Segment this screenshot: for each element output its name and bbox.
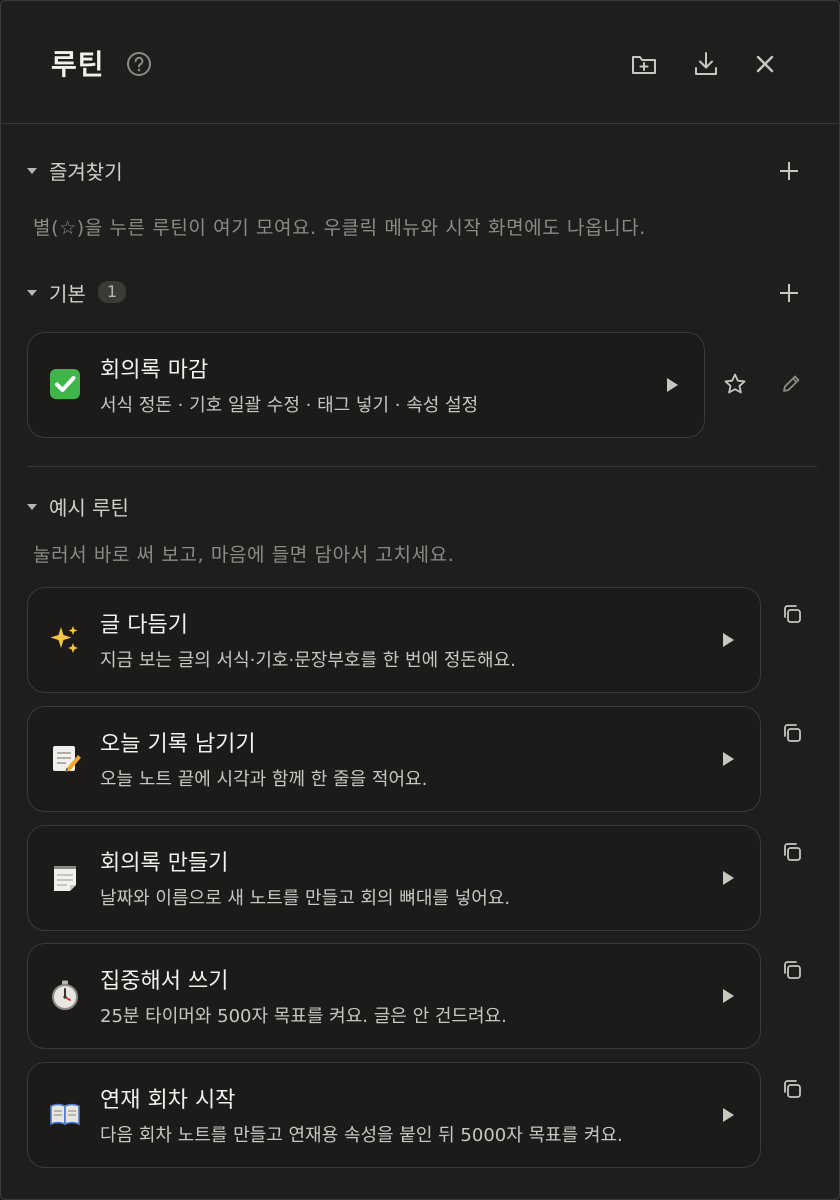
routine-desc: 25분 타이머와 500자 목표를 켜요. 글은 안 건드려요. [100,1006,507,1027]
example-routine-card[interactable]: 회의록 만들기 날짜와 이름으로 새 노트를 만들고 회의 뼈대를 넣어요. [27,825,761,931]
copy-routine-button[interactable] [777,955,807,985]
close-button[interactable] [748,47,782,81]
basic-title: 기본 [49,281,86,306]
favorites-section-toggle[interactable]: 즐겨찾기 [27,155,123,185]
examples-section-toggle[interactable]: 예시 루틴 [27,491,129,521]
pencil-icon [783,375,800,392]
section-divider [27,466,817,467]
play-icon[interactable] [723,1108,734,1122]
play-icon[interactable] [667,378,678,392]
count-badge: 1 [97,281,126,303]
play-icon[interactable] [723,989,734,1003]
copy-icon [784,724,801,742]
copy-routine-button[interactable] [777,599,807,629]
caret-down-icon [27,168,37,174]
play-icon[interactable] [723,633,734,647]
examples-title: 예시 루틴 [49,495,129,520]
panel-title: 루틴 [51,48,105,81]
basic-section-toggle[interactable]: 기본 1 [27,277,126,307]
caret-down-icon [27,290,37,296]
star-icon [724,373,746,394]
folder-plus-icon [632,56,656,74]
routine-desc: 날짜와 이름으로 새 노트를 만들고 회의 뼈대를 넣어요. [100,888,511,909]
new-folder-button[interactable] [627,47,661,81]
routine-title: 오늘 기록 남기기 [100,732,256,757]
example-routine-card[interactable]: 집중해서 쓰기 25분 타이머와 500자 목표를 켜요. 글은 안 건드려요. [27,943,761,1049]
routine-panel: 루틴 즐겨찾기 별(☆)을 누른 루틴이 여기 모여요. 우클릭 메뉴와 시작 … [0,0,840,1200]
check-mark-icon [48,367,82,401]
favorites-title: 즐겨찾기 [49,159,123,184]
routine-desc: 다음 회차 노트를 만들고 연재용 속성을 붙인 뒤 5000자 목표를 켜요. [100,1125,623,1146]
open-book-icon [48,1097,82,1131]
routine-title: 회의록 마감 [100,358,209,383]
copy-routine-button[interactable] [777,1074,807,1104]
copy-routine-button[interactable] [777,718,807,748]
example-routine-card[interactable]: 오늘 기록 남기기 오늘 노트 끝에 시각과 함께 한 줄을 적어요. [27,706,761,812]
panel-header: 루틴 [1,1,839,124]
stopwatch-icon [48,978,82,1012]
routine-desc: 서식 정돈 · 기호 일괄 수정 · 태그 넣기 · 속성 설정 [100,395,479,416]
routine-desc: 오늘 노트 끝에 시각과 함께 한 줄을 적어요. [100,769,428,790]
plus-icon [780,284,798,302]
add-favorite-button[interactable] [775,157,803,185]
copy-icon [784,1080,801,1098]
close-icon [756,55,774,73]
favorites-hint: 별(☆)을 누른 루틴이 여기 모여요. 우클릭 메뉴와 시작 화면에도 나옵니… [33,217,646,239]
spiral-notepad-icon [48,860,82,894]
memo-icon [48,741,82,775]
copy-icon [784,605,801,623]
routine-title: 연재 회차 시작 [100,1088,236,1113]
import-button[interactable] [689,47,723,81]
play-icon[interactable] [723,752,734,766]
edit-button[interactable] [776,369,806,399]
plus-icon [780,162,798,180]
routine-card[interactable]: 회의록 마감 서식 정돈 · 기호 일괄 수정 · 태그 넣기 · 속성 설정 [27,332,705,438]
routine-desc: 지금 보는 글의 서식·기호·문장부호를 한 번에 정돈해요. [100,650,516,671]
routine-title: 글 다듬기 [100,613,188,638]
caret-down-icon [27,504,37,510]
routine-title: 집중해서 쓰기 [100,969,229,994]
help-icon[interactable] [126,51,152,77]
favorite-star-button[interactable] [720,369,750,399]
play-icon[interactable] [723,871,734,885]
copy-icon [784,961,801,979]
copy-icon [784,843,801,861]
example-routine-card[interactable]: 연재 회차 시작 다음 회차 노트를 만들고 연재용 속성을 붙인 뒤 5000… [27,1062,761,1168]
add-routine-button[interactable] [775,279,803,307]
examples-hint: 눌러서 바로 써 보고, 마음에 들면 담아서 고치세요. [33,544,455,566]
sparkles-icon [48,622,82,656]
example-routine-card[interactable]: 글 다듬기 지금 보는 글의 서식·기호·문장부호를 한 번에 정돈해요. [27,587,761,693]
copy-routine-button[interactable] [777,837,807,867]
download-icon [695,52,717,75]
routine-title: 회의록 만들기 [100,851,229,876]
